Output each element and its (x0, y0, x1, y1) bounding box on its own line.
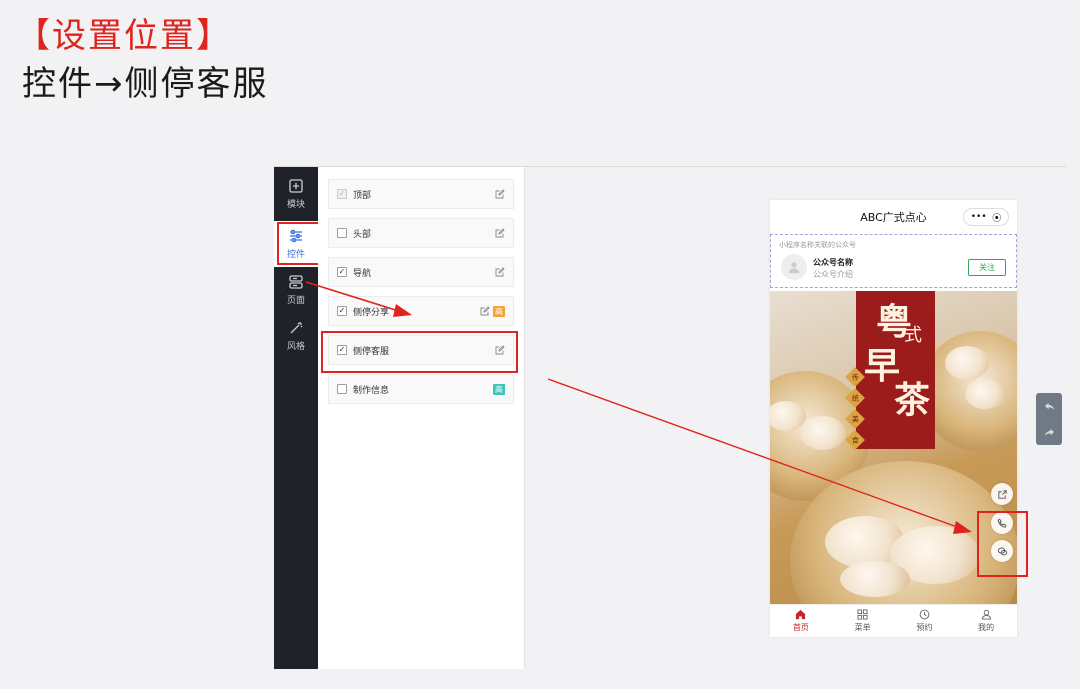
checkbox-unchecked[interactable] (337, 384, 347, 394)
banner-image: 粤 式 早 茶 传 统 美 食 (770, 291, 1017, 604)
rail-item-modules[interactable]: 模块 (274, 171, 318, 217)
avatar (781, 254, 807, 280)
phone-title: ABC广式点心 (860, 211, 927, 224)
tab-booking[interactable]: 预约 (894, 605, 956, 637)
share-icon (997, 489, 1007, 499)
rail-item-label: 风格 (286, 342, 305, 352)
tab-label: 菜单 (854, 623, 871, 632)
rail-item-label: 控件 (286, 250, 305, 260)
phone-preview: ABC广式点心 ••• ⦿ 小程序名称关联的公众号 公众号名称 公众号介绍 关注 (770, 200, 1017, 637)
tab-menu[interactable]: 菜单 (832, 605, 894, 637)
checkbox-checked[interactable]: ✓ (337, 345, 347, 355)
control-label: 侧停客服 (353, 346, 390, 357)
control-label: 导航 (353, 268, 372, 279)
control-item-side-service[interactable]: ✓ 侧停客服 (328, 335, 514, 365)
edit-icon[interactable] (495, 228, 505, 238)
undo-icon (1044, 402, 1054, 410)
rail-item-pages[interactable]: 页面 (274, 267, 318, 313)
tab-mine[interactable]: 我的 (955, 605, 1017, 637)
tag-column: 传 统 美 食 (845, 363, 865, 454)
home-icon (796, 609, 806, 620)
tab-bar: 首页 菜单 预约 我的 (770, 604, 1017, 637)
dumpling (965, 379, 1005, 409)
dumpling (800, 416, 846, 450)
tab-home[interactable]: 首页 (770, 605, 832, 637)
control-item-header[interactable]: 头部 (328, 218, 514, 248)
undo-redo-tools (1036, 393, 1062, 445)
page-stack-icon (289, 275, 303, 289)
control-label: 头部 (353, 229, 372, 240)
phone-header: ABC广式点心 ••• ⦿ (770, 200, 1017, 234)
official-intro: 公众号介绍 (813, 270, 853, 279)
dumpling (945, 346, 989, 380)
tag-diamond: 美 (845, 409, 865, 429)
share-button[interactable] (991, 483, 1013, 505)
rail-item-label: 页面 (286, 296, 305, 306)
official-name: 公众号名称 (813, 258, 853, 267)
grid-icon (857, 609, 868, 620)
edit-icon[interactable] (495, 267, 505, 277)
control-item-top[interactable]: ✓ 顶部 (328, 179, 514, 209)
tag-diamond: 传 (845, 367, 865, 387)
tab-label: 预约 (916, 623, 933, 632)
tag-diamond: 统 (845, 388, 865, 408)
more-icon[interactable]: ••• (971, 212, 987, 222)
edit-icon[interactable] (495, 345, 505, 355)
chat-icon (997, 547, 1007, 555)
redo-icon (1044, 428, 1054, 436)
user-icon (981, 609, 991, 620)
checkbox-checked[interactable]: ✓ (337, 189, 347, 199)
heading-subtitle: 控件→侧停客服 (22, 64, 269, 104)
tab-label: 首页 (792, 623, 809, 632)
banner-char: 茶 (894, 379, 931, 421)
checkbox-unchecked[interactable] (337, 228, 347, 238)
control-label: 制作信息 (353, 385, 390, 396)
plus-square-icon (289, 179, 303, 193)
rail-item-style[interactable]: 风格 (274, 313, 318, 359)
editor-app: 模块 控件 页面 风格 ✓ 顶部 头部 ✓ 导航 ✓ 侧停分享 高 ✓ 侧停客服… (274, 166, 1066, 669)
preview-canvas: ABC广式点心 ••• ⦿ 小程序名称关联的公众号 公众号名称 公众号介绍 关注 (525, 167, 1066, 669)
rail-item-controls[interactable]: 控件 (274, 221, 318, 267)
checkbox-checked[interactable]: ✓ (337, 267, 347, 277)
control-item-credits[interactable]: 制作信息 高 (328, 374, 514, 404)
follow-button[interactable]: 关注 (968, 259, 1006, 276)
edit-icon[interactable] (495, 189, 505, 199)
mini-program-capsule[interactable]: ••• ⦿ (963, 208, 1009, 226)
control-item-nav[interactable]: ✓ 导航 (328, 257, 514, 287)
premium-badge: 高 (493, 305, 505, 317)
official-tip: 小程序名称关联的公众号 (779, 241, 856, 249)
checkbox-checked[interactable]: ✓ (337, 306, 347, 316)
left-rail: 模块 控件 页面 风格 (274, 167, 318, 669)
official-account-card: 小程序名称关联的公众号 公众号名称 公众号介绍 关注 (770, 234, 1017, 288)
phone-icon (997, 518, 1006, 528)
close-circle-icon[interactable]: ⦿ (992, 211, 1001, 224)
premium-badge: 高 (493, 383, 505, 395)
tag-diamond: 食 (845, 430, 865, 450)
control-label: 侧停分享 (353, 307, 390, 318)
chat-service-button[interactable] (991, 540, 1013, 562)
user-avatar-icon (788, 262, 800, 274)
controls-panel: ✓ 顶部 头部 ✓ 导航 ✓ 侧停分享 高 ✓ 侧停客服 制作信息 高 (318, 167, 525, 669)
tab-label: 我的 (978, 623, 995, 632)
dumpling (840, 561, 910, 597)
control-label: 顶部 (353, 190, 372, 201)
redo-button[interactable] (1036, 419, 1062, 445)
sliders-icon (290, 229, 302, 243)
heading-title: 【设置位置】 (16, 16, 232, 56)
title-plaque: 粤 式 早 茶 传 统 美 食 (845, 291, 935, 450)
control-item-side-share[interactable]: ✓ 侧停分享 高 (328, 296, 514, 326)
banner-char: 式 (904, 325, 922, 346)
magic-wand-icon (290, 322, 303, 334)
phone-call-button[interactable] (991, 512, 1013, 534)
rail-item-label: 模块 (286, 200, 305, 210)
edit-icon[interactable] (480, 306, 490, 316)
clock-icon (919, 609, 930, 620)
undo-button[interactable] (1036, 393, 1062, 419)
